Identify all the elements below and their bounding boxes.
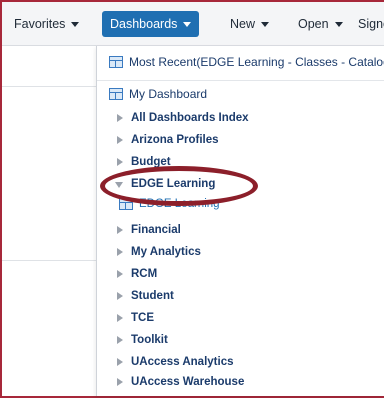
expand-arrow-icon <box>117 248 123 256</box>
dashboards-dropdown: Most Recent(EDGE Learning - Classes - Ca… <box>96 46 384 396</box>
chevron-down-icon <box>183 22 192 28</box>
new-menu[interactable]: New <box>230 13 270 35</box>
highlight-oval-annotation <box>100 166 258 206</box>
signed-in-label: Signe <box>358 17 384 31</box>
folder-label: Financial <box>131 224 181 236</box>
dashboards-label: Dashboards <box>110 17 178 31</box>
favorites-menu[interactable]: Favorites <box>14 13 80 35</box>
chevron-down-icon <box>334 22 343 28</box>
folder-my-analytics[interactable]: My Analytics <box>97 242 384 262</box>
favorites-label: Favorites <box>14 17 66 31</box>
folder-rcm[interactable]: RCM <box>97 264 384 284</box>
top-navigation-bar: Favorites Dashboards New Open Signe <box>2 2 384 46</box>
expand-arrow-icon <box>117 270 123 278</box>
dashboard-icon <box>109 88 123 100</box>
expand-arrow-icon <box>117 226 123 234</box>
dashboard-icon <box>109 56 123 68</box>
most-recent-item[interactable]: Most Recent(EDGE Learning - Classes - Ca… <box>97 52 384 72</box>
folder-arizona-profiles[interactable]: Arizona Profiles <box>97 130 384 150</box>
expand-arrow-icon <box>117 292 123 300</box>
menu-divider <box>97 80 384 81</box>
folder-label: Student <box>131 290 174 302</box>
expand-arrow-icon <box>117 378 123 386</box>
folder-uaccess-warehouse[interactable]: UAccess Warehouse <box>97 372 384 392</box>
folder-uaccess-analytics[interactable]: UAccess Analytics <box>97 352 384 372</box>
divider <box>2 86 98 87</box>
expand-arrow-icon <box>117 114 123 122</box>
folder-label: UAccess Analytics <box>131 356 234 368</box>
folder-all-dashboards-index[interactable]: All Dashboards Index <box>97 108 384 128</box>
folder-label: UAccess Warehouse <box>131 376 245 388</box>
dashboards-menu[interactable]: Dashboards <box>102 11 200 37</box>
folder-label: TCE <box>131 312 154 324</box>
folder-financial[interactable]: Financial <box>97 220 384 240</box>
expand-arrow-icon <box>117 136 123 144</box>
expand-arrow-icon <box>117 336 123 344</box>
expand-arrow-icon <box>117 358 123 366</box>
divider <box>2 260 98 261</box>
folder-student[interactable]: Student <box>97 286 384 306</box>
open-label: Open <box>298 17 329 31</box>
folder-toolkit[interactable]: Toolkit <box>97 330 384 350</box>
signed-in-menu[interactable]: Signe <box>358 13 384 35</box>
chevron-down-icon <box>71 22 80 28</box>
expand-arrow-icon <box>117 314 123 322</box>
expand-arrow-icon <box>117 158 123 166</box>
chevron-down-icon <box>261 22 270 28</box>
folder-label: All Dashboards Index <box>131 112 249 124</box>
folder-label: RCM <box>131 268 158 280</box>
most-recent-label: Most Recent(EDGE Learning - Classes - Ca… <box>129 55 384 69</box>
folder-tce[interactable]: TCE <box>97 308 384 328</box>
open-menu[interactable]: Open <box>298 13 343 35</box>
folder-label: Toolkit <box>131 334 168 346</box>
my-dashboard-item[interactable]: My Dashboard <box>97 84 384 104</box>
my-dashboard-label: My Dashboard <box>129 87 208 101</box>
new-label: New <box>230 17 256 31</box>
folder-label: My Analytics <box>131 246 201 258</box>
folder-label: Arizona Profiles <box>131 134 219 146</box>
